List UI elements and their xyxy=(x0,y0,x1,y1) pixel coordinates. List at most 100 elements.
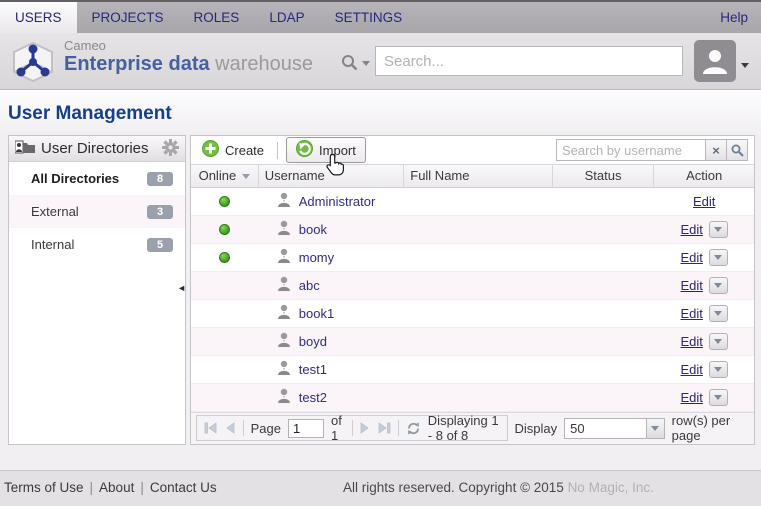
table-row[interactable]: Administrator Edit xyxy=(191,188,754,216)
online-status-icon xyxy=(219,224,230,235)
row-menu-button[interactable] xyxy=(709,333,728,350)
table-header: Online Username Full Name Status Action xyxy=(191,164,754,188)
sidebar-item-all-directories[interactable]: All Directories8 xyxy=(9,162,185,195)
column-header-status[interactable]: Status xyxy=(553,165,655,187)
row-menu-button[interactable] xyxy=(709,249,728,266)
user-icon xyxy=(277,304,291,323)
about-link[interactable]: About xyxy=(99,480,134,495)
column-header-fullname[interactable]: Full Name xyxy=(404,165,552,187)
user-icon xyxy=(277,220,291,239)
nav-tab-settings[interactable]: SETTINGS xyxy=(320,2,418,33)
user-directories-panel: User Directories All Directories8Externa… xyxy=(8,135,186,445)
sidebar-item-internal[interactable]: Internal5 xyxy=(9,228,185,261)
status-cell xyxy=(553,300,655,327)
search-icon[interactable] xyxy=(341,54,358,74)
edit-link[interactable]: Edit xyxy=(680,278,702,293)
table-row[interactable]: abc Edit xyxy=(191,272,754,300)
user-avatar[interactable] xyxy=(694,40,736,82)
rows-per-page-value: 50 xyxy=(565,421,646,436)
nav-tab-ldap[interactable]: LDAP xyxy=(254,2,319,33)
import-icon xyxy=(296,140,313,160)
column-header-online[interactable]: Online xyxy=(191,165,259,187)
user-icon xyxy=(277,332,291,351)
user-icon xyxy=(277,360,291,379)
online-sort-caret-icon[interactable] xyxy=(242,174,250,179)
edit-link[interactable]: Edit xyxy=(680,334,702,349)
username-label: test2 xyxy=(299,390,327,405)
toolbar-separator xyxy=(277,142,278,159)
create-button[interactable]: Create xyxy=(197,138,269,162)
user-icon xyxy=(277,388,291,407)
displaying-label: Displaying 1 - 8 of 8 xyxy=(428,413,500,443)
global-search-input[interactable] xyxy=(375,46,683,76)
action-cell: Edit xyxy=(654,328,754,355)
prev-page-icon[interactable] xyxy=(225,422,236,434)
first-page-icon[interactable] xyxy=(204,422,218,434)
edit-link[interactable]: Edit xyxy=(693,194,715,209)
nav-tab-roles[interactable]: ROLES xyxy=(179,2,255,33)
sidebar-item-external[interactable]: External3 xyxy=(9,195,185,228)
pagination-bar: Page of 1 xyxy=(191,412,754,444)
action-header-label: Action xyxy=(686,168,722,183)
brand-text: Cameo Enterprise data warehouse xyxy=(64,39,313,75)
row-menu-button[interactable] xyxy=(709,277,728,294)
sidebar-item-label: External xyxy=(31,204,147,219)
refresh-icon[interactable] xyxy=(406,421,421,436)
username-search-input[interactable] xyxy=(556,139,706,161)
username-label: book1 xyxy=(299,306,334,321)
fullname-cell xyxy=(404,272,552,299)
user-menu-caret-icon[interactable] xyxy=(741,63,749,68)
column-header-action[interactable]: Action xyxy=(654,165,754,187)
edit-link[interactable]: Edit xyxy=(680,250,702,265)
table-row[interactable]: test1 Edit xyxy=(191,356,754,384)
search-scope-caret-icon[interactable] xyxy=(362,61,370,66)
sidebar-title: User Directories xyxy=(41,140,156,157)
rows-per-page-select[interactable]: 50 xyxy=(564,418,665,439)
sidebar-item-label: All Directories xyxy=(31,171,147,186)
username-cell: boyd xyxy=(259,328,405,355)
status-cell xyxy=(553,272,655,299)
table-row[interactable]: test2 Edit xyxy=(191,384,754,412)
status-cell xyxy=(553,188,655,215)
table-body: Administrator Edit book xyxy=(191,188,754,412)
run-search-button[interactable] xyxy=(726,139,748,161)
row-menu-button[interactable] xyxy=(709,305,728,322)
fullname-cell xyxy=(404,188,552,215)
page-number-input[interactable] xyxy=(288,419,324,438)
row-menu-button[interactable] xyxy=(709,361,728,378)
sidebar-collapse-icon[interactable]: ◄ xyxy=(177,284,186,293)
table-row[interactable]: book Edit xyxy=(191,216,754,244)
next-page-icon[interactable] xyxy=(359,422,370,434)
row-menu-button[interactable] xyxy=(709,221,728,238)
row-menu-button[interactable] xyxy=(709,389,728,406)
edit-link[interactable]: Edit xyxy=(680,390,702,405)
action-cell: Edit xyxy=(654,244,754,271)
edit-link[interactable]: Edit xyxy=(680,362,702,377)
online-header-label: Online xyxy=(199,168,237,183)
fullname-cell xyxy=(404,300,552,327)
online-status-icon xyxy=(219,196,230,207)
online-cell xyxy=(191,272,259,299)
row-menu-caret-icon xyxy=(714,255,722,260)
contact-us-link[interactable]: Contact Us xyxy=(150,480,217,495)
last-page-icon[interactable] xyxy=(377,422,391,434)
nav-tab-projects[interactable]: PROJECTS xyxy=(77,2,179,33)
table-row[interactable]: boyd Edit xyxy=(191,328,754,356)
fullname-cell xyxy=(404,244,552,271)
gear-icon[interactable] xyxy=(162,139,179,159)
row-menu-caret-icon xyxy=(714,339,722,344)
nav-tab-users[interactable]: USERS xyxy=(0,2,77,33)
row-menu-caret-icon xyxy=(714,395,722,400)
help-link[interactable]: Help xyxy=(707,2,761,33)
table-row[interactable]: momy Edit xyxy=(191,244,754,272)
edit-link[interactable]: Edit xyxy=(680,306,702,321)
edit-link[interactable]: Edit xyxy=(680,222,702,237)
username-label: test1 xyxy=(299,362,327,377)
create-label: Create xyxy=(225,143,264,158)
page-label: Page xyxy=(251,421,281,436)
clear-search-button[interactable]: × xyxy=(705,139,727,161)
terms-of-use-link[interactable]: Terms of Use xyxy=(4,480,84,495)
status-cell xyxy=(553,356,655,383)
display-label: Display xyxy=(515,421,558,436)
table-row[interactable]: book1 Edit xyxy=(191,300,754,328)
